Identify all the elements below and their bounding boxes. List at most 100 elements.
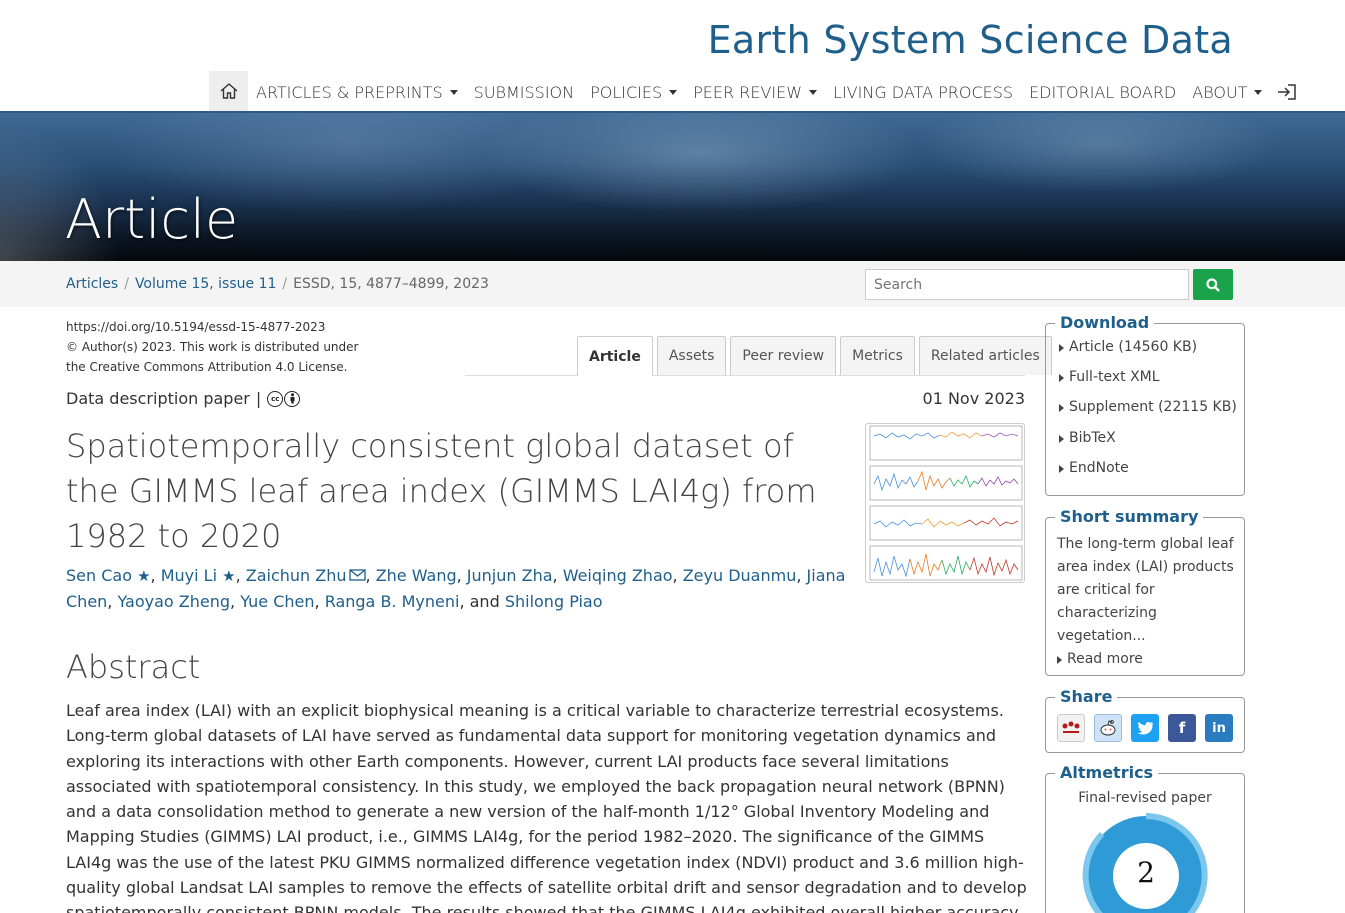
tab-article[interactable]: Article (577, 336, 653, 376)
caret-right-icon (1059, 464, 1064, 473)
nav-item-label: ABOUT (1192, 82, 1248, 102)
download-xml[interactable]: Full-text XML (1059, 369, 1237, 399)
author-link[interactable]: Yaoyao Zheng (117, 592, 230, 611)
page-banner: Article (0, 111, 1345, 261)
nav-item-submission[interactable]: SUBMISSION (466, 71, 582, 113)
figure-thumbnail[interactable] (865, 423, 1025, 583)
read-more-label: Read more (1067, 651, 1143, 667)
altmetrics-box: Altmetrics Final-revised paper 2 (1045, 763, 1245, 913)
reddit-icon[interactable] (1094, 714, 1122, 742)
download-article-label: Article (14560 KB) (1069, 339, 1198, 355)
paper-type-label: Data description paper (66, 389, 250, 408)
breadcrumb: Articles / Volume 15, issue 11/ESSD, 15, 4… (66, 276, 489, 292)
tab-assets[interactable]: Assets (656, 336, 727, 375)
breadcrumb-articles[interactable]: Articles (66, 276, 118, 292)
login-icon (1278, 84, 1297, 100)
doi-link[interactable]: https://doi.org/10.5194/essd-15-4877-202… (66, 317, 366, 337)
altmetric-score: 2 (1137, 856, 1155, 889)
author-link[interactable]: Ranga B. Myneni (325, 592, 460, 611)
caret-right-icon (1059, 404, 1064, 413)
abstract-heading: Abstract (66, 648, 201, 686)
breadcrumb-current: ESSD, 15, 4877–4899, 2023 (293, 276, 489, 292)
author-link[interactable]: Zhe Wang (376, 566, 457, 585)
nav-item-label: LIVING DATA PROCESS (833, 82, 1014, 102)
share-box: Share f in (1045, 687, 1245, 753)
download-bibtex[interactable]: BibTeX (1059, 430, 1237, 460)
mail-icon[interactable] (348, 569, 366, 581)
nav-item-about[interactable]: ABOUT (1184, 71, 1270, 113)
short-summary-box: Short summary The long-term global leaf … (1045, 507, 1245, 676)
download-bibtex-label: BibTeX (1069, 429, 1116, 446)
author-link[interactable]: Muyi Li (161, 566, 217, 585)
banner-title: Article (65, 188, 239, 251)
caret-right-icon (1059, 434, 1064, 443)
chevron-down-icon (449, 89, 458, 95)
publication-date: 01 Nov 2023 (922, 389, 1025, 408)
author-link[interactable]: Zaichun Zhu (246, 566, 347, 585)
figure-thumbnail-image (869, 425, 1023, 581)
author-link[interactable]: Yue Chen (240, 592, 314, 611)
caret-right-icon (1059, 374, 1064, 383)
author-list: Sen Cao ★, Muyi Li ★, Zaichun Zhu, Zhe W… (66, 566, 846, 611)
chevron-down-icon (1254, 89, 1263, 95)
nav-item-policies[interactable]: POLICIES (582, 71, 685, 113)
star-icon[interactable]: ★ (137, 567, 150, 585)
altmetrics-label: Final-revised paper (1078, 790, 1212, 806)
author-link[interactable]: Junjun Zha (467, 566, 553, 585)
abstract-text: Leaf area index (LAI) with an explicit b… (66, 698, 1031, 913)
nav-item-articles-preprints[interactable]: ARTICLES & PREPRINTS (248, 71, 466, 113)
caret-right-icon (1057, 656, 1062, 664)
tab-metrics[interactable]: Metrics (840, 336, 915, 375)
main-nav: ARTICLES & PREPRINTS SUBMISSION POLICIES PE… (209, 71, 1302, 113)
caret-right-icon (1059, 344, 1064, 352)
download-article[interactable]: Article (14560 KB) (1059, 339, 1237, 369)
home-icon (220, 83, 237, 99)
paper-type: Data description paper | cc (66, 389, 301, 408)
short-summary: The long-term global leaf area index (LA… (1057, 533, 1237, 671)
license-text[interactable]: the Creative Commons Attribution 4.0 Lic… (66, 357, 366, 377)
nav-item-label: ARTICLES & PREPRINTS (256, 82, 443, 102)
author-link[interactable]: Sen Cao (66, 566, 132, 585)
chevron-down-icon (809, 89, 818, 95)
twitter-icon[interactable] (1131, 714, 1159, 742)
download-endnote-label: EndNote (1069, 459, 1129, 476)
share-icons: f in (1057, 714, 1233, 742)
download-supplement[interactable]: Supplement (22115 KB) (1059, 399, 1237, 429)
page-title: Spatiotemporally consistent global datas… (66, 427, 817, 555)
search-button[interactable] (1193, 269, 1233, 300)
altmetrics-title: Altmetrics (1055, 763, 1159, 782)
nav-item-editorial-board[interactable]: EDITORIAL BOARD (1021, 71, 1184, 113)
download-endnote[interactable]: EndNote (1059, 460, 1237, 490)
nav-item-living-data-process[interactable]: LIVING DATA PROCESS (825, 71, 1021, 113)
read-more-link[interactable]: Read more (1057, 648, 1237, 671)
search-input[interactable] (865, 269, 1189, 300)
altmetric-badge[interactable]: 2 (1082, 812, 1210, 913)
tab-related-articles[interactable]: Related articles (918, 336, 1052, 375)
login-button[interactable] (1270, 71, 1302, 113)
short-summary-title: Short summary (1055, 507, 1204, 526)
author-link[interactable]: Shilong Piao (505, 592, 603, 611)
download-title: Download (1055, 313, 1155, 332)
mendeley-icon[interactable] (1057, 714, 1085, 742)
short-summary-text: The long-term global leaf area index (LA… (1057, 536, 1234, 644)
chevron-down-icon (669, 89, 678, 95)
cc-icon: cc (267, 390, 284, 407)
article-meta: https://doi.org/10.5194/essd-15-4877-202… (66, 317, 366, 377)
site-title[interactable]: Earth System Science Data (708, 18, 1233, 62)
author-conjunction: and (469, 592, 500, 611)
tab-peer-review[interactable]: Peer review (730, 336, 837, 375)
copyright-text: © Author(s) 2023. This work is distribut… (66, 340, 359, 354)
star-icon[interactable]: ★ (222, 567, 235, 585)
download-xml-label: Full-text XML (1069, 369, 1160, 386)
facebook-icon[interactable]: f (1168, 714, 1196, 742)
nav-home[interactable] (209, 71, 248, 113)
breadcrumb-volume[interactable]: Volume 15, issue 11 (135, 276, 276, 292)
linkedin-icon[interactable]: in (1205, 714, 1233, 742)
cc-license-icon[interactable]: cc (267, 390, 301, 407)
author-link[interactable]: Zeyu Duanmu (683, 566, 797, 585)
nav-item-label: PEER REVIEW (693, 82, 803, 102)
nav-item-peer-review[interactable]: PEER REVIEW (685, 71, 825, 113)
download-list: Article (14560 KB) Full-text XML Supplem… (1059, 339, 1237, 490)
author-link[interactable]: Weiqing Zhao (563, 566, 673, 585)
nav-item-label: POLICIES (590, 82, 663, 102)
